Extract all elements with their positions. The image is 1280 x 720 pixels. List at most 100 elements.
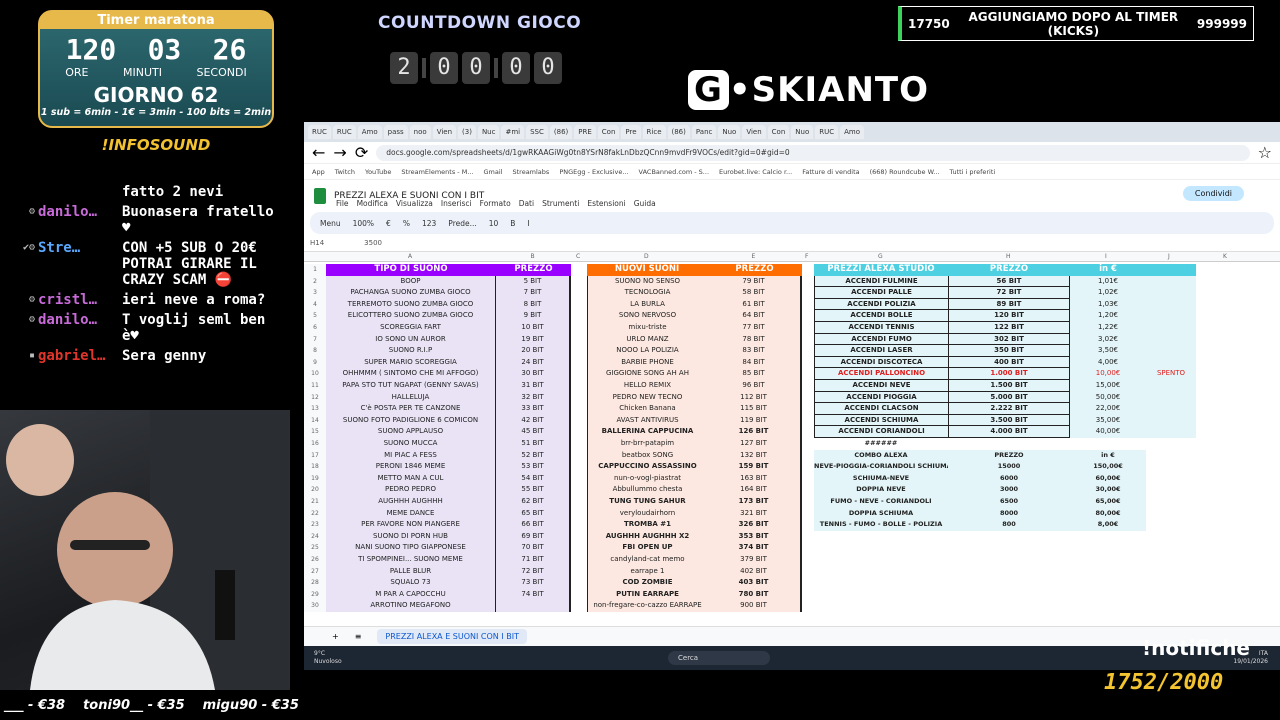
bookmark-item[interactable]: YouTube [365,168,391,176]
cell-alexa-price[interactable]: 89 BIT [948,298,1070,311]
cell-combo-euro[interactable] [1070,531,1146,543]
cell-prezzo-suono[interactable]: 10 BIT [496,322,571,334]
cell-prezzo-suono[interactable]: 51 BIT [496,438,571,450]
cell-combo-price[interactable] [948,589,1070,601]
cell-combo-price[interactable] [948,542,1070,554]
cell-alexa-effect[interactable]: ACCENDI PIOGGIA [814,391,948,404]
cell-prezzo-suono[interactable]: 20 BIT [496,345,571,357]
cell-nuovo-suono[interactable]: SUONO NO SENSO [587,275,707,288]
column-letter[interactable]: C [576,253,580,260]
cell-alexa-price[interactable]: 56 BIT [948,275,1070,288]
cell-alexa-status[interactable] [1146,380,1196,392]
header-tipo-di-suono[interactable]: TIPO DI SUONO [326,264,496,276]
cell-prezzo-nuovo[interactable]: 84 BIT [707,356,802,369]
cell-nuovo-suono[interactable]: beatbox SONG [587,449,707,462]
browser-tab[interactable]: Rice [642,125,666,139]
cell-nuovo-suono[interactable]: LA BURLA [587,298,707,311]
cell-nuovo-suono[interactable]: COD ZOMBIE [587,577,707,589]
column-letter[interactable]: E [752,253,756,260]
forward-icon[interactable]: → [333,143,346,162]
cell-alexa-price[interactable]: 122 BIT [948,322,1070,334]
header-prezzi-alexa[interactable]: PREZZI ALEXA STUDIO [814,264,948,276]
menu-item[interactable]: Guida [634,199,656,208]
cell-prezzo-suono[interactable] [496,600,571,612]
cell-alexa-status[interactable] [1146,391,1196,404]
cell-alexa-euro[interactable]: 3,50€ [1070,345,1146,357]
row-number[interactable]: 24 [304,530,326,543]
cell-prezzo-nuovo[interactable]: 112 BIT [707,391,802,404]
cell-alexa-effect[interactable]: ACCENDI TENNIS [814,322,948,334]
row-number[interactable]: 30 [304,600,326,612]
cell-nuovo-suono[interactable]: FBI OPEN UP [587,542,707,554]
bookmark-item[interactable]: StreamElements - M... [401,168,473,176]
cell-alexa-price[interactable]: 120 BIT [948,310,1070,322]
cell-combo-name[interactable]: ###### [814,438,948,450]
cell-alexa-euro[interactable]: 15,00€ [1070,380,1146,392]
chat-username[interactable]: danilo… [38,204,122,236]
cell-prezzo-suono[interactable]: 24 BIT [496,356,571,369]
cell-alexa-status[interactable] [1146,356,1196,369]
cell-alexa-status[interactable] [1146,275,1196,288]
row-number[interactable]: 23 [304,519,326,531]
cell-tipo-suono[interactable]: PAPA STO TUT NGAPAT (GENNY SAVAS) [326,380,496,392]
cell-combo-price[interactable]: 6500 [948,496,1070,508]
row-number[interactable]: 9 [304,356,326,369]
cell-combo-euro[interactable]: 8,00€ [1070,519,1146,531]
bookmark-item[interactable]: Fatture di vendita [802,168,859,176]
cell-prezzo-suono[interactable]: 73 BIT [496,577,571,589]
cell-prezzo-suono[interactable]: 33 BIT [496,403,571,415]
cell-prezzo-nuovo[interactable]: 353 BIT [707,530,802,543]
cell-alexa-effect[interactable]: ACCENDI POLIZIA [814,298,948,311]
cell-combo-euro[interactable] [1070,589,1146,601]
cell-prezzo-suono[interactable]: 66 BIT [496,519,571,531]
cell-alexa-euro[interactable]: 1,03€ [1070,298,1146,311]
row-number[interactable]: 27 [304,565,326,578]
cell-nuovo-suono[interactable]: brr-brr-patapim [587,438,707,450]
cell-prezzo-suono[interactable]: 42 BIT [496,414,571,427]
row-number[interactable]: 13 [304,403,326,415]
header-prezzo-suoni[interactable]: PREZZO [496,264,571,276]
row-number[interactable]: 6 [304,322,326,334]
cell-combo-euro[interactable]: 60,00€ [1070,472,1146,485]
cell-prezzo-nuovo[interactable]: 77 BIT [707,322,802,334]
column-letter[interactable]: A [408,253,412,260]
cell-tipo-suono[interactable]: OHHMMM ( SINTOMO CHE MI AFFOGO) [326,368,496,380]
cell-prezzo-suono[interactable]: 54 BIT [496,472,571,485]
cell-prezzo-nuovo[interactable]: 132 BIT [707,449,802,462]
cell-alexa-effect[interactable]: ACCENDI FUMO [814,333,948,346]
cell-nuovo-suono[interactable]: HELLO REMIX [587,380,707,392]
cell-prezzo-nuovo[interactable]: 127 BIT [707,438,802,450]
cell-combo-name[interactable] [814,577,948,589]
cell-alexa-effect[interactable]: ACCENDI NEVE [814,380,948,392]
header-prezzo-nuovi[interactable]: PREZZO [707,264,802,276]
cell-alexa-euro[interactable]: 1,20€ [1070,310,1146,322]
browser-tab[interactable]: SSC [526,125,548,139]
cell-combo-euro[interactable] [1070,600,1146,612]
toolbar-button[interactable]: % [403,219,410,228]
row-number[interactable]: 18 [304,461,326,473]
browser-tab[interactable]: #mi [501,125,525,139]
row-number[interactable]: 25 [304,542,326,554]
weather-widget[interactable]: 9°C Nuvoloso [314,650,342,666]
browser-tab[interactable]: Panc [691,125,717,139]
cell-prezzo-nuovo[interactable]: 58 BIT [707,287,802,299]
cell-tipo-suono[interactable]: SUONO MUCCA [326,438,496,450]
cell-tipo-suono[interactable]: SQUALO 73 [326,577,496,589]
cell-alexa-status[interactable] [1146,345,1196,357]
row-number[interactable]: 11 [304,380,326,392]
cell-alexa-price[interactable]: 5.000 BIT [948,391,1070,404]
column-letter[interactable]: K [1223,253,1227,260]
cell-combo-price[interactable]: 8000 [948,507,1070,520]
cell-nuovo-suono[interactable]: candyland-cat memo [587,554,707,566]
bookmark-item[interactable]: (668) Roundcube W... [870,168,940,176]
chat-username[interactable]: Stre… [38,240,122,288]
cell-prezzo-nuovo[interactable]: 159 BIT [707,461,802,473]
cell-alexa-status[interactable] [1146,298,1196,311]
cell-combo-name[interactable]: TENNIS - FUMO - BOLLE - POLIZIA [814,519,948,531]
cell-prezzo-nuovo[interactable]: 780 BIT [707,588,802,601]
cell-nuovo-suono[interactable]: non-fregare-co-cazzo EARRAPE [587,600,707,612]
cell-alexa-effect[interactable]: ACCENDI LASER [814,345,948,357]
chat-username[interactable] [38,184,122,200]
cell-prezzo-nuovo[interactable]: 96 BIT [707,380,802,392]
browser-tab[interactable]: Nuo [718,125,741,139]
